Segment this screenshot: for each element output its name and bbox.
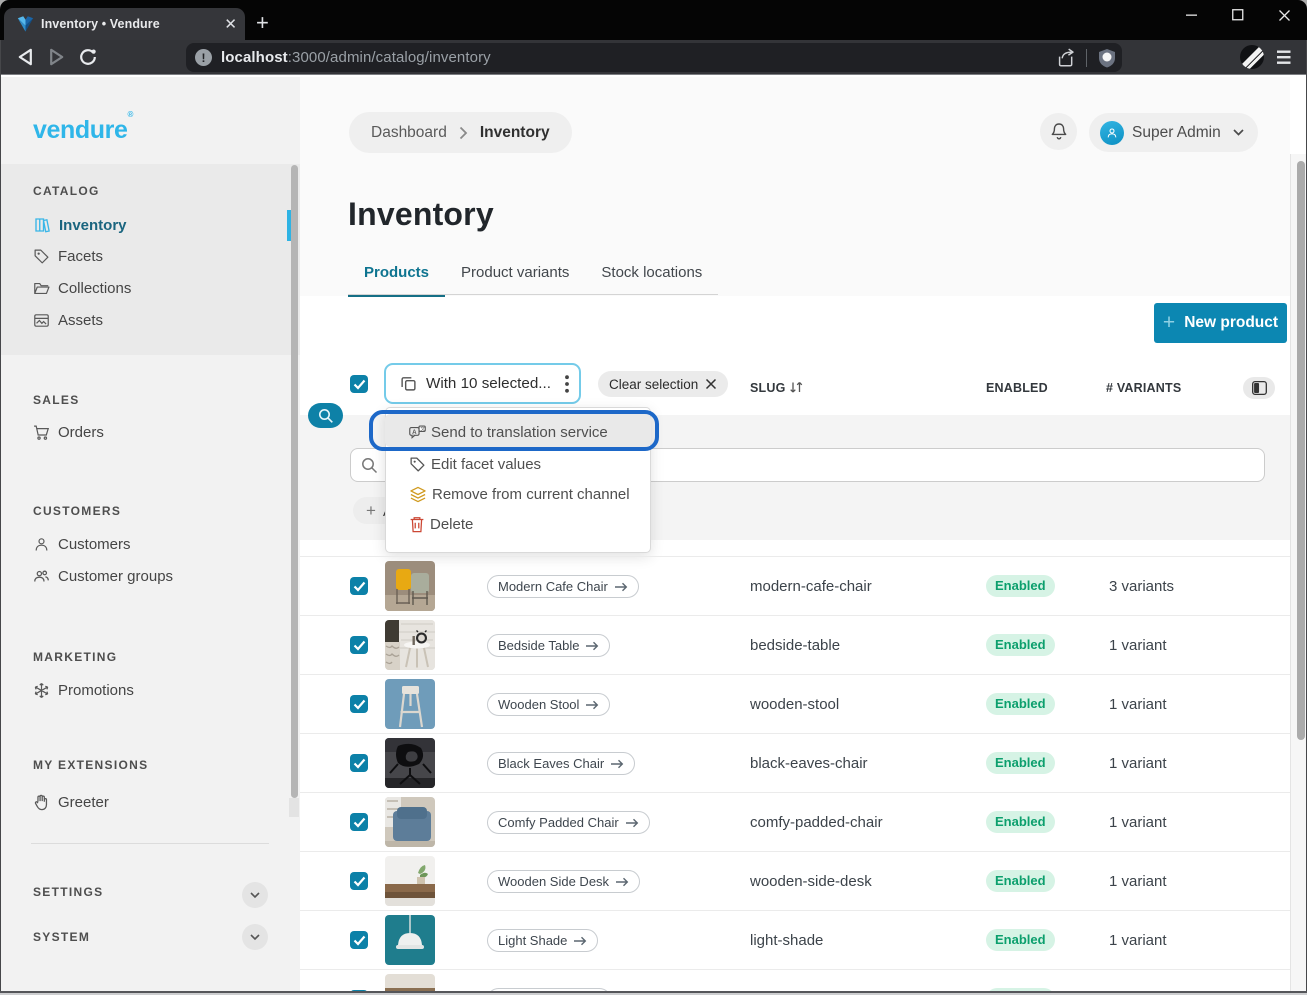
svg-text:A: A [412, 428, 417, 435]
svg-text:文: 文 [420, 425, 425, 432]
